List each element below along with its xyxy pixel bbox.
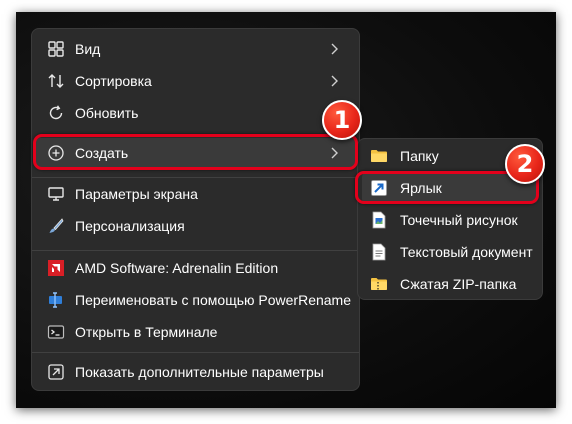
step-badge-1: 1 [322, 100, 362, 140]
menu-item-display-settings[interactable]: Параметры экрана [36, 179, 355, 209]
refresh-icon [46, 103, 66, 123]
chevron-right-icon [331, 43, 338, 55]
submenu-item-bitmap[interactable]: Точечный рисунок [362, 205, 538, 235]
highlight-create [33, 134, 358, 170]
menu-item-view[interactable]: Вид [36, 34, 355, 64]
menu-item-terminal[interactable]: Открыть в Терминале [36, 317, 355, 347]
menu-item-label: Переименовать с помощью PowerRename [75, 292, 351, 308]
text-document-icon [370, 243, 388, 261]
view-icon [46, 39, 66, 59]
menu-item-personalization[interactable]: Персонализация [36, 211, 355, 241]
menu-item-label: Сортировка [75, 73, 152, 89]
menu-item-label: Открыть в Терминале [75, 324, 218, 340]
menu-item-label: AMD Software: Adrenalin Edition [75, 260, 279, 276]
display-settings-icon [46, 184, 66, 204]
chevron-right-icon [331, 75, 338, 87]
menu-item-refresh[interactable]: Обновить [36, 98, 355, 128]
powerrename-icon [46, 290, 66, 310]
menu-item-label: Персонализация [75, 218, 185, 234]
brush-icon [46, 216, 66, 236]
menu-item-label: Параметры экрана [75, 186, 198, 202]
menu-item-show-more-options[interactable]: Показать дополнительные параметры [36, 357, 355, 387]
menu-item-sort[interactable]: Сортировка [36, 66, 355, 96]
submenu-item-label: Сжатая ZIP-папка [400, 276, 517, 292]
sort-icon [46, 71, 66, 91]
menu-item-label: Показать дополнительные параметры [75, 364, 324, 380]
menu-separator [32, 250, 359, 251]
context-menu: Вид Сортировка Обновить Создать Параметр… [31, 28, 360, 391]
terminal-icon [46, 322, 66, 342]
menu-separator [32, 177, 359, 178]
submenu-item-label: Точечный рисунок [400, 212, 518, 228]
menu-separator [32, 352, 359, 353]
bitmap-icon [370, 211, 388, 229]
menu-item-amd-software[interactable]: AMD Software: Adrenalin Edition [36, 253, 355, 283]
folder-icon [370, 147, 388, 165]
menu-item-label: Обновить [75, 105, 139, 121]
menu-item-powerrename[interactable]: Переименовать с помощью PowerRename [36, 285, 355, 315]
more-options-icon [46, 362, 66, 382]
submenu-item-zip-folder[interactable]: Сжатая ZIP-папка [362, 269, 538, 299]
menu-item-label: Вид [75, 41, 101, 57]
zip-folder-icon [370, 275, 388, 293]
submenu-item-label: Папку [400, 148, 439, 164]
submenu-item-text-document[interactable]: Текстовый документ [362, 237, 538, 267]
step-badge-2: 2 [505, 144, 545, 184]
submenu-item-label: Текстовый документ [400, 244, 533, 260]
amd-icon [46, 258, 66, 278]
